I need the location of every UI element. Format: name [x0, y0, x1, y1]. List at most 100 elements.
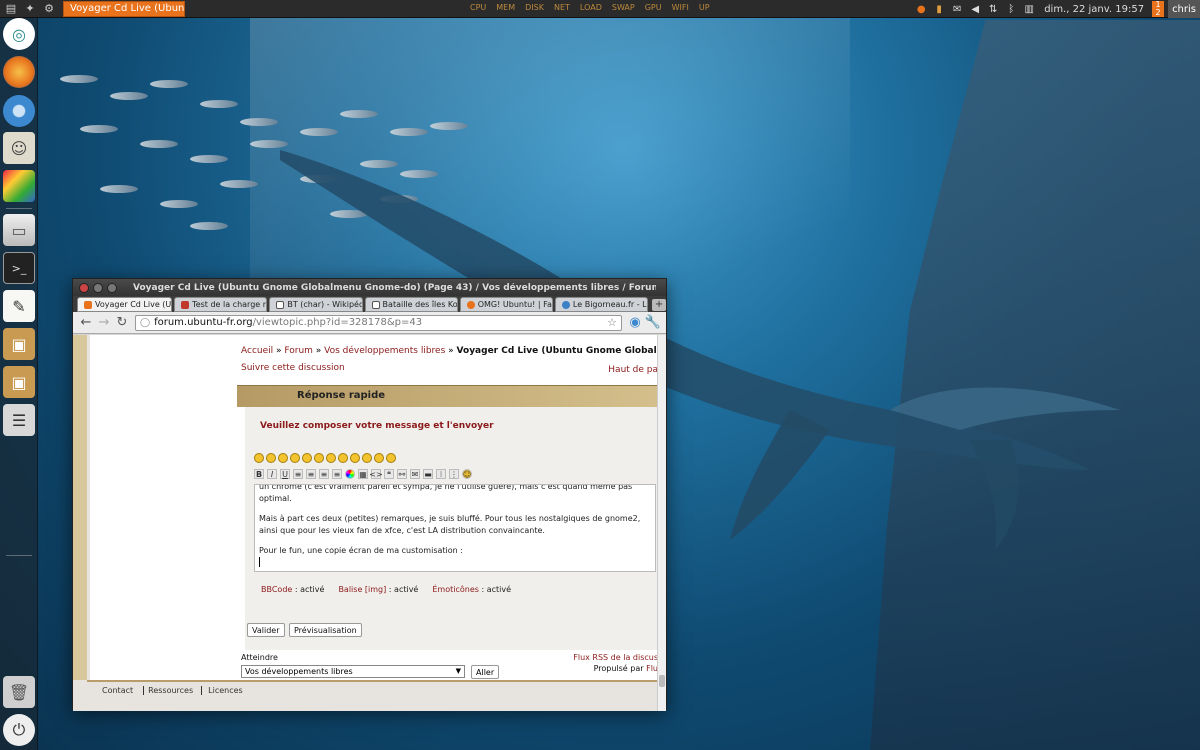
volume-icon[interactable]: ◀: [968, 2, 982, 16]
tab-omg-ubuntu[interactable]: OMG! Ubuntu! | Fa ✕: [459, 297, 553, 312]
smiley-icon[interactable]: [278, 453, 288, 463]
mail-icon[interactable]: ✉: [950, 2, 964, 16]
go-button[interactable]: Aller: [471, 665, 500, 679]
file-manager-icon[interactable]: ▭: [3, 214, 35, 246]
italic-icon[interactable]: I: [267, 469, 277, 479]
extension-icon[interactable]: ◉: [626, 314, 644, 332]
site-favicon-icon: [181, 300, 190, 309]
page-scrollbar[interactable]: [657, 335, 666, 711]
breadcrumb-home[interactable]: Accueil: [241, 346, 273, 356]
smiley-icon[interactable]: [266, 453, 276, 463]
smiley-icon[interactable]: [386, 453, 396, 463]
back-arrow-icon[interactable]: ←: [77, 314, 95, 332]
smiley-icon[interactable]: [338, 453, 348, 463]
terminal-icon[interactable]: >_: [3, 252, 35, 284]
compose-prompt: Veuillez composer votre message et l'env…: [260, 421, 494, 431]
color-picker-icon[interactable]: [345, 469, 355, 479]
bold-icon[interactable]: B: [254, 469, 264, 479]
trash-icon[interactable]: 🗑: [3, 676, 35, 708]
smiley-icon[interactable]: [254, 453, 264, 463]
settings-gear-icon[interactable]: ⚙: [41, 2, 57, 16]
back-to-top-link[interactable]: Haut de pa: [608, 365, 658, 375]
bluetooth-icon[interactable]: ᛒ: [1004, 2, 1018, 16]
emoticon-icon[interactable]: ☺: [462, 469, 472, 479]
preview-button[interactable]: Prévisualisation: [289, 623, 362, 637]
minimize-window-button[interactable]: [93, 282, 103, 293]
smiley-icon[interactable]: [362, 453, 372, 463]
window-titlebar[interactable]: Voyager Cd Live (Ubuntu Gnome Globalmenu…: [73, 279, 666, 296]
tab-voyager[interactable]: Voyager Cd Live (U ✕: [77, 297, 173, 312]
system-monitor-tray-icon[interactable]: ▮: [932, 2, 946, 16]
reload-icon[interactable]: ↻: [113, 314, 131, 332]
numbered-list-icon[interactable]: ⋮: [449, 469, 459, 479]
notification-badge[interactable]: 1 2: [1152, 1, 1165, 17]
jump-select[interactable]: Vos développements libres ▼: [241, 665, 465, 678]
fish-launcher-icon[interactable]: ✦: [22, 2, 38, 16]
smiley-icon[interactable]: [350, 453, 360, 463]
align-right-icon[interactable]: ≡: [319, 469, 329, 479]
mail-stamp-icon[interactable]: ☺: [3, 132, 35, 164]
bbcode-link[interactable]: BBCode: [261, 585, 292, 594]
ubuntu-one-icon[interactable]: ◎: [3, 18, 35, 50]
follow-topic-link[interactable]: Suivre cette discussion: [241, 363, 345, 373]
breadcrumb: Accueil » Forum » Vos développements lib…: [241, 346, 658, 356]
wrench-menu-icon[interactable]: 🔧: [644, 314, 662, 332]
battery-icon[interactable]: ▥: [1022, 2, 1036, 16]
breadcrumb-forum[interactable]: Forum: [284, 346, 313, 356]
mixer-settings-icon[interactable]: ☰: [3, 404, 35, 436]
close-window-button[interactable]: [79, 282, 89, 293]
bookmark-star-icon[interactable]: ☆: [607, 316, 617, 329]
jump-selected-value: Vos développements libres: [245, 667, 353, 676]
network-icon[interactable]: ⇅: [986, 2, 1000, 16]
smiley-icon[interactable]: [326, 453, 336, 463]
address-bar[interactable]: ◯ forum.ubuntu-fr.org/viewtopic.php?id=3…: [135, 314, 622, 331]
forward-arrow-icon[interactable]: →: [95, 314, 113, 332]
paint-icon[interactable]: [3, 170, 35, 202]
firefox-icon[interactable]: [3, 56, 35, 88]
link-icon[interactable]: ⚯: [397, 469, 407, 479]
scrollbar-thumb[interactable]: [659, 675, 665, 687]
taskbar-window-button[interactable]: Voyager Cd Live (Ubuntu G…: [63, 0, 185, 17]
image-icon[interactable]: ▦: [358, 469, 368, 479]
message-textarea[interactable]: un chromé (c'est vraiment pareil et symp…: [254, 484, 656, 572]
new-tab-button[interactable]: +: [652, 299, 666, 311]
tab-wikipedia-bataille[interactable]: Bataille des îles Kor ✕: [364, 297, 458, 312]
tab-bigorneau[interactable]: Le Bigorneau.fr - L ✕: [554, 297, 649, 312]
package-manager-icon[interactable]: ▣: [3, 366, 35, 398]
maximize-window-button[interactable]: [107, 282, 117, 293]
tab-wikipedia-bt[interactable]: BT (char) - Wikipédi ✕: [269, 297, 363, 312]
shutdown-icon[interactable]: ⏻: [3, 714, 35, 746]
underline-icon[interactable]: U: [280, 469, 290, 479]
justify-icon[interactable]: ≡: [332, 469, 342, 479]
package-installer-icon[interactable]: ▣: [3, 328, 35, 360]
smiley-icon[interactable]: [290, 453, 300, 463]
chromium-icon[interactable]: [3, 95, 35, 127]
ubuntu-one-tray-icon[interactable]: ●: [914, 2, 928, 16]
footer-resources-link[interactable]: Ressources: [143, 686, 197, 695]
text-cursor: [259, 557, 651, 567]
smiley-icon[interactable]: [314, 453, 324, 463]
rss-link[interactable]: Flux RSS de la discus: [573, 653, 658, 662]
smiley-icon[interactable]: [374, 453, 384, 463]
list-icon[interactable]: ⁝: [436, 469, 446, 479]
align-left-icon[interactable]: ≡: [293, 469, 303, 479]
wikipedia-favicon-icon: [276, 300, 285, 309]
email-icon[interactable]: ✉: [410, 469, 420, 479]
code-icon[interactable]: <>: [369, 469, 383, 479]
submit-button[interactable]: Valider: [247, 623, 285, 637]
page-info-icon[interactable]: ◯: [140, 318, 150, 328]
footer-contact-link[interactable]: Contact: [102, 686, 139, 695]
footer-licences-link[interactable]: Licences: [201, 686, 249, 695]
breadcrumb-section[interactable]: Vos développements libres: [324, 346, 445, 356]
user-menu[interactable]: chris: [1168, 0, 1200, 18]
emoticons-link[interactable]: Émoticônes: [432, 585, 479, 594]
smiley-icon[interactable]: [302, 453, 312, 463]
video-icon[interactable]: ▬: [423, 469, 433, 479]
align-center-icon[interactable]: ≡: [306, 469, 316, 479]
clock[interactable]: dim., 22 janv. 19:57: [1040, 4, 1148, 15]
applications-menu-icon[interactable]: ▤: [3, 2, 19, 16]
text-editor-icon[interactable]: ✎: [3, 290, 35, 322]
quote-icon[interactable]: ❝: [384, 469, 394, 479]
tab-test-charge[interactable]: Test de la charge m ✕: [174, 297, 268, 312]
img-tag-link[interactable]: Balise [img]: [338, 585, 386, 594]
